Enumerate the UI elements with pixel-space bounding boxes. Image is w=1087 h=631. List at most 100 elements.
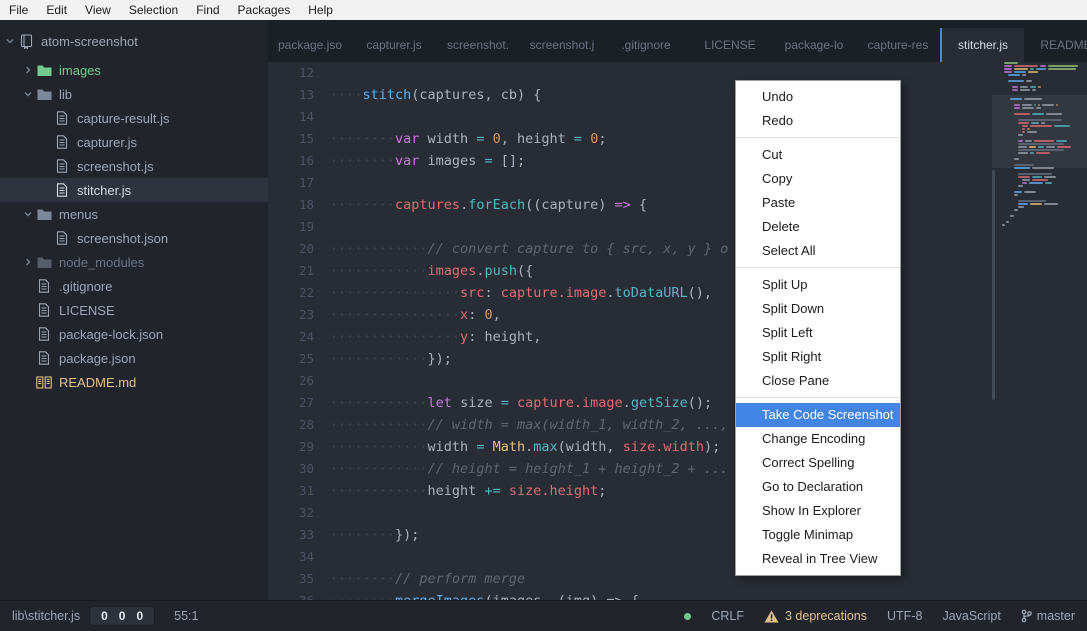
minimap[interactable]	[1000, 62, 1083, 600]
line-number[interactable]: 27	[268, 392, 330, 414]
code-line-26[interactable]: 26	[268, 370, 1087, 392]
line-number[interactable]: 14	[268, 106, 330, 128]
context-menu-item-redo[interactable]: Redo	[736, 109, 900, 133]
context-menu-item-split-down[interactable]: Split Down	[736, 297, 900, 321]
code-line-18[interactable]: 18········captures.forEach((capture) => …	[268, 194, 1087, 216]
context-menu-item-split-left[interactable]: Split Left	[736, 321, 900, 345]
line-number[interactable]: 31	[268, 480, 330, 502]
line-number[interactable]: 24	[268, 326, 330, 348]
tree-item-capturer-js[interactable]: capturer.js	[0, 130, 268, 154]
line-number[interactable]: 22	[268, 282, 330, 304]
code-line-24[interactable]: 24················y: height,	[268, 326, 1087, 348]
tree-item-capture-result-js[interactable]: capture-result.js	[0, 106, 268, 130]
line-number[interactable]: 15	[268, 128, 330, 150]
tab-gitignore[interactable]: .gitignore	[604, 28, 688, 62]
line-number[interactable]: 20	[268, 238, 330, 260]
tab-package-jso[interactable]: package.jso	[268, 28, 352, 62]
code-line-14[interactable]: 14	[268, 106, 1087, 128]
code-line-36[interactable]: 36········mergeImages(images, (img) => {	[268, 590, 1087, 600]
context-menu-item-reveal-in-tree-view[interactable]: Reveal in Tree View	[736, 547, 900, 571]
line-number[interactable]: 30	[268, 458, 330, 480]
line-number[interactable]: 32	[268, 502, 330, 524]
line-number[interactable]: 26	[268, 370, 330, 392]
menubar-item-view[interactable]: View	[76, 0, 120, 20]
tree-item-package-json[interactable]: package.json	[0, 346, 268, 370]
context-menu-item-show-in-explorer[interactable]: Show In Explorer	[736, 499, 900, 523]
tree-item-menus[interactable]: menus	[0, 202, 268, 226]
context-menu-item-correct-spelling[interactable]: Correct Spelling	[736, 451, 900, 475]
tree-item-license[interactable]: LICENSE	[0, 298, 268, 322]
line-number[interactable]: 12	[268, 62, 330, 84]
line-number[interactable]: 19	[268, 216, 330, 238]
code-line-27[interactable]: 27············let size = capture.image.g…	[268, 392, 1087, 414]
context-menu-item-delete[interactable]: Delete	[736, 215, 900, 239]
menubar-item-help[interactable]: Help	[299, 0, 342, 20]
line-number[interactable]: 23	[268, 304, 330, 326]
menubar-item-find[interactable]: Find	[187, 0, 228, 20]
cursor-position[interactable]: 55:1	[174, 609, 198, 623]
git-diff-counts[interactable]: 000	[89, 606, 155, 626]
line-number[interactable]: 36	[268, 590, 330, 600]
code-line-22[interactable]: 22················src: capture.image.toD…	[268, 282, 1087, 304]
line-number[interactable]: 17	[268, 172, 330, 194]
code-line-25[interactable]: 25············});	[268, 348, 1087, 370]
line-number[interactable]: 21	[268, 260, 330, 282]
line-number[interactable]: 34	[268, 546, 330, 568]
context-menu-item-go-to-declaration[interactable]: Go to Declaration	[736, 475, 900, 499]
code-line-17[interactable]: 17	[268, 172, 1087, 194]
code-line-20[interactable]: 20············// convert capture to { sr…	[268, 238, 1087, 260]
context-menu-item-change-encoding[interactable]: Change Encoding	[736, 427, 900, 451]
line-number[interactable]: 16	[268, 150, 330, 172]
context-menu-item-take-code-screenshot[interactable]: Take Code Screenshot	[736, 403, 900, 427]
line-number[interactable]: 13	[268, 84, 330, 106]
context-menu-item-split-right[interactable]: Split Right	[736, 345, 900, 369]
tab-screenshot-j[interactable]: screenshot.j	[520, 28, 604, 62]
line-number[interactable]: 35	[268, 568, 330, 590]
status-file-path[interactable]: lib\stitcher.js	[12, 609, 80, 623]
tab-capture-res[interactable]: capture-res	[856, 28, 940, 62]
tab-stitcher-js[interactable]: stitcher.js	[940, 28, 1024, 62]
language-indicator[interactable]: JavaScript	[942, 609, 1000, 623]
encoding-indicator[interactable]: UTF-8	[887, 609, 922, 623]
line-number[interactable]: 28	[268, 414, 330, 436]
context-menu-item-paste[interactable]: Paste	[736, 191, 900, 215]
code-line-19[interactable]: 19	[268, 216, 1087, 238]
context-menu-item-select-all[interactable]: Select All	[736, 239, 900, 263]
code-line-32[interactable]: 32	[268, 502, 1087, 524]
code-line-34[interactable]: 34	[268, 546, 1087, 568]
tree-item-gitignore[interactable]: .gitignore	[0, 274, 268, 298]
code-line-28[interactable]: 28············// width = max(width_1, wi…	[268, 414, 1087, 436]
tab-readme[interactable]: README	[1024, 28, 1087, 62]
tree-item-screenshot-json[interactable]: screenshot.json	[0, 226, 268, 250]
context-menu-item-undo[interactable]: Undo	[736, 85, 900, 109]
code-line-16[interactable]: 16········var images = [];	[268, 150, 1087, 172]
line-ending-indicator[interactable]: CRLF	[711, 609, 744, 623]
line-number[interactable]: 33	[268, 524, 330, 546]
line-number[interactable]: 18	[268, 194, 330, 216]
line-number[interactable]: 29	[268, 436, 330, 458]
tree-item-node-modules[interactable]: node_modules	[0, 250, 268, 274]
code-line-15[interactable]: 15········var width = 0, height = 0;	[268, 128, 1087, 150]
menubar-item-selection[interactable]: Selection	[120, 0, 187, 20]
code-line-12[interactable]: 12	[268, 62, 1087, 84]
tab-screenshot[interactable]: screenshot.	[436, 28, 520, 62]
context-menu-item-close-pane[interactable]: Close Pane	[736, 369, 900, 393]
tree-item-package-lock-json[interactable]: package-lock.json	[0, 322, 268, 346]
deprecations-indicator[interactable]: 3 deprecations	[764, 609, 867, 623]
menubar-item-edit[interactable]: Edit	[37, 0, 76, 20]
code-line-30[interactable]: 30············// height = height_1 + hei…	[268, 458, 1087, 480]
context-menu-item-toggle-minimap[interactable]: Toggle Minimap	[736, 523, 900, 547]
tree-item-images[interactable]: images	[0, 58, 268, 82]
tab-package-lo[interactable]: package-lo	[772, 28, 856, 62]
menubar-item-file[interactable]: File	[0, 0, 37, 20]
editor-scrollbar[interactable]	[992, 170, 995, 400]
code-line-21[interactable]: 21············images.push({	[268, 260, 1087, 282]
code-line-35[interactable]: 35········// perform merge	[268, 568, 1087, 590]
tree-item-screenshot-js[interactable]: screenshot.js	[0, 154, 268, 178]
code-line-13[interactable]: 13····stitch(captures, cb) {	[268, 84, 1087, 106]
line-number[interactable]: 25	[268, 348, 330, 370]
code-line-29[interactable]: 29············width = Math.max(width, si…	[268, 436, 1087, 458]
context-menu-item-copy[interactable]: Copy	[736, 167, 900, 191]
menubar-item-packages[interactable]: Packages	[229, 0, 300, 20]
code-line-31[interactable]: 31············height += size.height;	[268, 480, 1087, 502]
